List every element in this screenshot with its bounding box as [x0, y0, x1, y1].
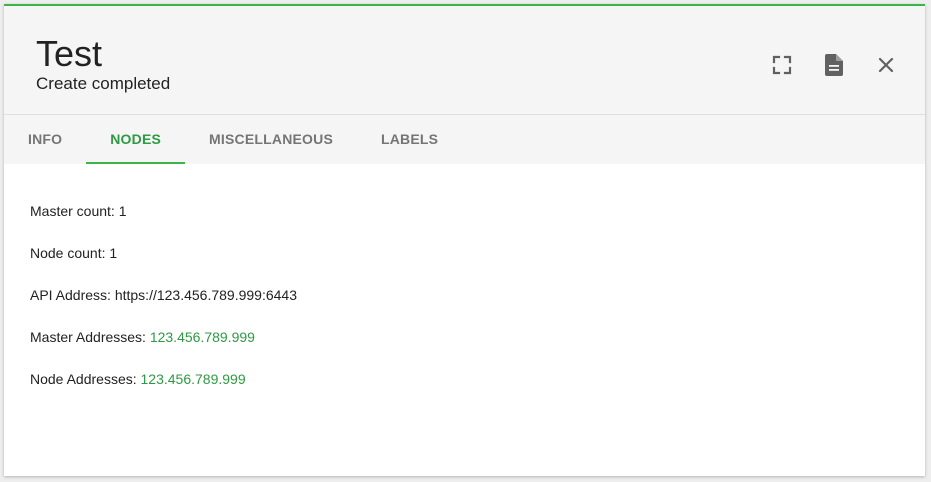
api-address-row: API Address: https://123.456.789.999:644… [30, 286, 905, 328]
master-count-label: Master count: [30, 203, 119, 219]
tab-labels[interactable]: LABELS [357, 115, 462, 164]
fullscreen-button[interactable] [769, 52, 795, 78]
node-addresses-row: Node Addresses: 123.456.789.999 [30, 370, 905, 412]
node-address-link[interactable]: 123.456.789.999 [141, 371, 246, 387]
tab-bar: INFO NODES MISCELLANEOUS LABELS [4, 115, 925, 164]
tab-miscellaneous[interactable]: MISCELLANEOUS [185, 115, 357, 164]
nodes-tab-content: Master count: 1 Node count: 1 API Addres… [30, 202, 905, 412]
status-subtitle: Create completed [36, 74, 171, 93]
api-address-value: https://123.456.789.999:6443 [114, 287, 297, 303]
close-button[interactable] [873, 52, 899, 78]
close-icon [878, 57, 894, 73]
tab-nodes[interactable]: NODES [86, 115, 185, 164]
node-count-value: 1 [109, 245, 118, 261]
master-addresses-row: Master Addresses: 123.456.789.999 [30, 328, 905, 370]
app-background: Test Create completed INFO NODES MISCELL… [0, 0, 931, 482]
node-addresses-label: Node Addresses: [30, 371, 141, 387]
master-addresses-label: Master Addresses: [30, 329, 150, 345]
master-address-link[interactable]: 123.456.789.999 [150, 329, 255, 345]
document-button[interactable] [821, 52, 847, 78]
header-actions [769, 52, 899, 78]
master-count-value: 1 [118, 203, 127, 219]
fullscreen-icon [772, 55, 792, 75]
node-count-row: Node count: 1 [30, 244, 905, 286]
master-count-row: Master count: 1 [30, 202, 905, 244]
panel-header: Test Create completed [4, 6, 925, 115]
tab-info[interactable]: INFO [4, 115, 86, 164]
api-address-label: API Address: [30, 287, 115, 303]
page-title: Test [36, 33, 103, 74]
document-icon [825, 54, 843, 76]
node-count-label: Node count: [30, 245, 110, 261]
cluster-detail-panel: Test Create completed INFO NODES MISCELL… [4, 4, 925, 476]
